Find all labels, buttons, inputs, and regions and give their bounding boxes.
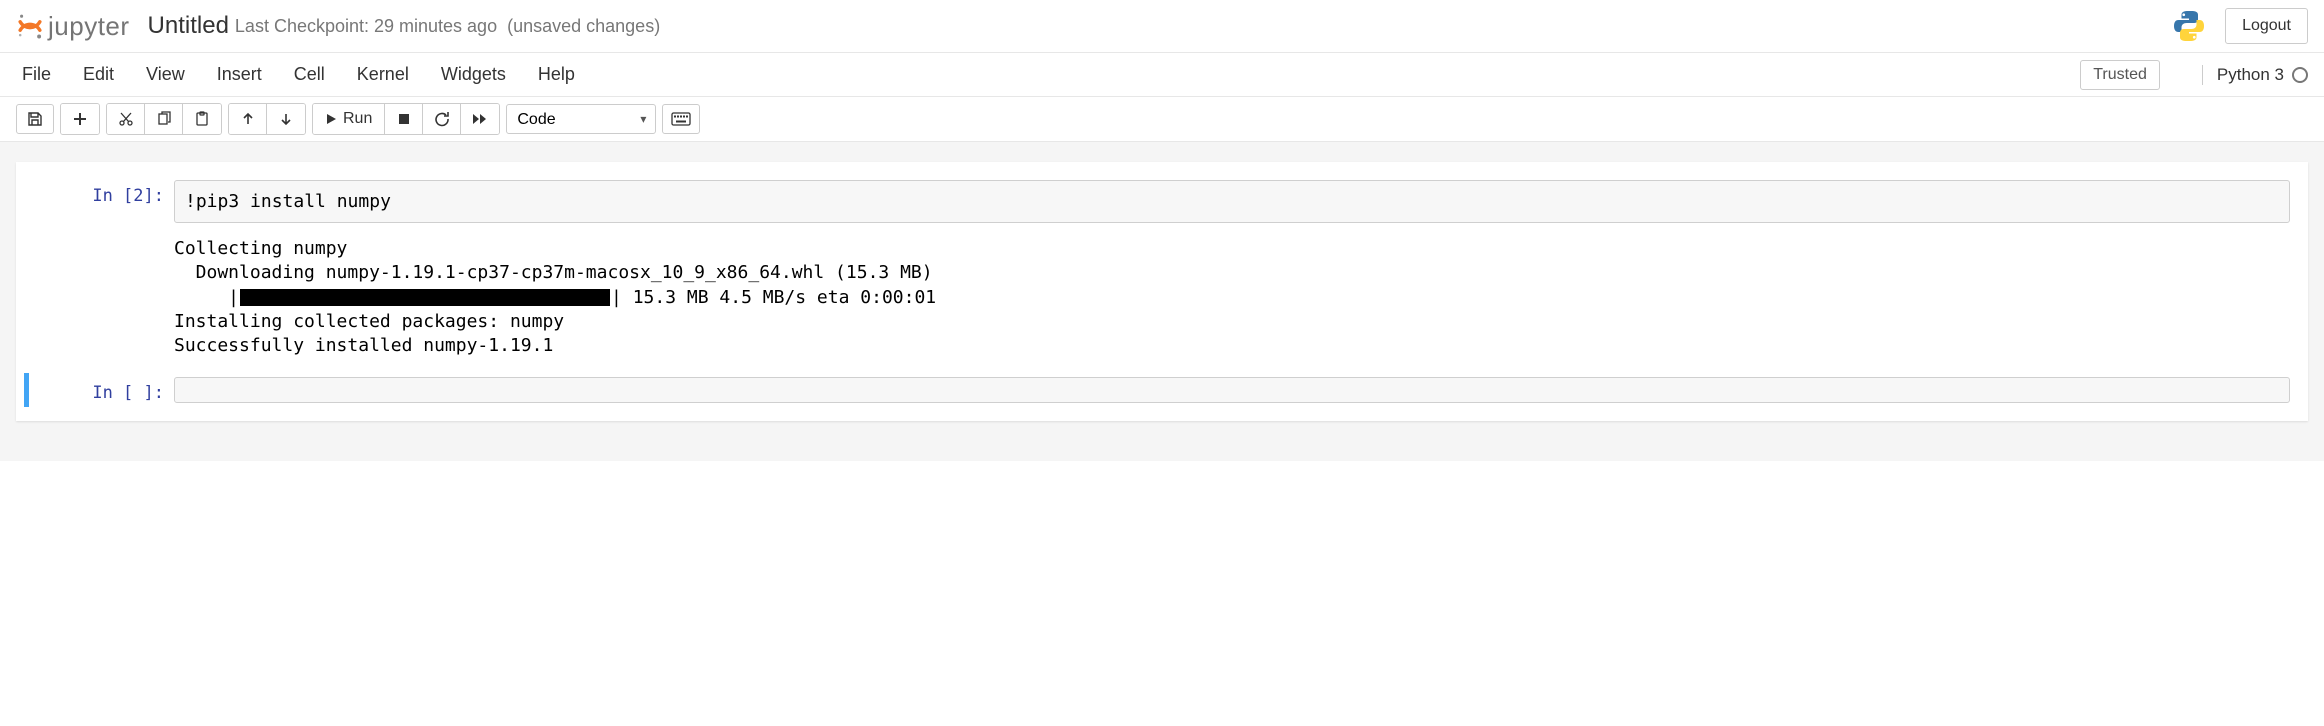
output-line: Downloading numpy-1.19.1-cp37-cp37m-maco… [174,261,2290,285]
save-icon [27,111,43,127]
command-palette-button[interactable] [662,104,700,134]
cut-copy-paste-group [106,103,222,135]
logout-button[interactable]: Logout [2225,8,2308,44]
menu-view[interactable]: View [130,54,201,95]
input-prompt: In [2]: [34,180,174,223]
cut-button[interactable] [107,104,145,134]
save-button[interactable] [16,104,54,134]
unsaved-changes-text: (unsaved changes) [507,16,660,37]
menu-help[interactable]: Help [522,54,591,95]
cell-output-row: Collecting numpy Downloading numpy-1.19.… [24,227,2300,362]
toolbar: Run Code [0,97,2324,142]
code-cell-selected[interactable]: In [ ]: [24,373,2300,407]
output-prompt [34,227,174,358]
cell-type-wrap: Code [506,104,656,134]
move-group [228,103,306,135]
output-progress-line: | | 15.3 MB 4.5 MB/s eta 0:00:01 [174,286,2290,310]
run-group: Run [312,103,500,135]
play-icon [325,113,337,125]
cell-output: Collecting numpy Downloading numpy-1.19.… [174,227,2290,358]
paste-button[interactable] [183,104,221,134]
checkpoint-text: Last Checkpoint: 29 minutes ago [235,16,497,37]
jupyter-logo-text: jupyter [48,11,130,42]
progress-bar [240,289,610,306]
menu-widgets[interactable]: Widgets [425,54,522,95]
run-label: Run [343,110,372,128]
arrow-down-icon [279,112,293,126]
notebook-container: In [2]: !pip3 install numpy Collecting n… [16,162,2308,421]
insert-cell-below-button[interactable] [61,104,99,134]
menubar: File Edit View Insert Cell Kernel Widget… [0,53,2324,97]
move-up-button[interactable] [229,104,267,134]
move-down-button[interactable] [267,104,305,134]
menu-cell[interactable]: Cell [278,54,341,95]
header: jupyter Untitled Last Checkpoint: 29 min… [0,0,2324,53]
plus-icon [73,112,87,126]
menu-file[interactable]: File [16,54,67,95]
progress-suffix: | 15.3 MB 4.5 MB/s eta 0:00:01 [611,286,936,310]
output-line: Successfully installed numpy-1.19.1 [174,334,2290,358]
scissors-icon [118,111,134,127]
stop-icon [398,113,410,125]
code-input[interactable]: !pip3 install numpy [174,180,2290,223]
trusted-indicator[interactable]: Trusted [2080,60,2160,90]
restart-run-all-button[interactable] [461,104,499,134]
input-prompt: In [ ]: [34,377,174,403]
keyboard-icon [671,112,691,126]
progress-prefix: | [174,286,239,310]
output-line: Collecting numpy [174,237,2290,261]
kernel-name: Python 3 [2217,65,2284,85]
paste-icon [194,111,210,127]
code-input[interactable] [174,377,2290,403]
menu-edit[interactable]: Edit [67,54,130,95]
menu-insert[interactable]: Insert [201,54,278,95]
code-cell[interactable]: In [2]: !pip3 install numpy [24,176,2300,227]
fast-forward-icon [472,112,488,126]
python-logo-icon [2171,8,2207,44]
insert-group [60,103,100,135]
cell-type-select[interactable]: Code [506,104,656,134]
copy-icon [156,111,172,127]
arrow-up-icon [241,112,255,126]
kernel-indicator[interactable]: Python 3 [2202,65,2308,85]
notebook-background: In [2]: !pip3 install numpy Collecting n… [0,142,2324,461]
kernel-status-icon [2292,67,2308,83]
restart-icon [434,111,450,127]
jupyter-logo-icon [16,12,44,40]
jupyter-logo[interactable]: jupyter [16,11,130,42]
output-line: Installing collected packages: numpy [174,310,2290,334]
copy-button[interactable] [145,104,183,134]
run-button[interactable]: Run [313,104,385,134]
menu-kernel[interactable]: Kernel [341,54,425,95]
restart-button[interactable] [423,104,461,134]
notebook-title[interactable]: Untitled [148,12,229,40]
interrupt-button[interactable] [385,104,423,134]
